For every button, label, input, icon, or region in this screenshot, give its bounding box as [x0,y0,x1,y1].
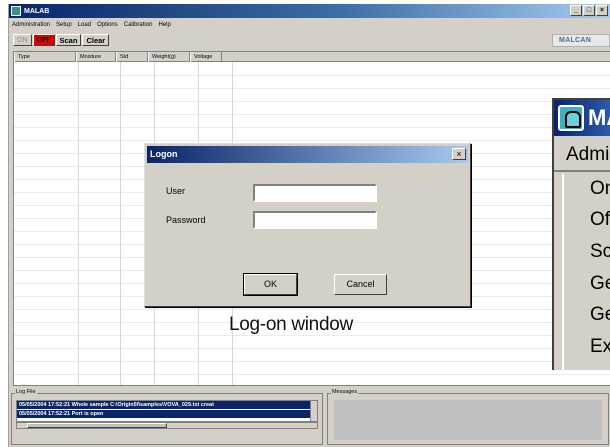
messages-label: Messages [331,389,359,395]
scrollbar-thumb[interactable] [27,423,167,428]
close-button[interactable]: × [596,5,608,16]
zoomed-item-off[interactable]: Of [590,209,610,231]
grid-row-line [14,88,610,89]
grid-row-line [14,374,610,375]
off-button[interactable]: OFF [32,34,55,46]
zoomed-item-ge-2[interactable]: Ge [590,304,610,326]
column-voltage[interactable]: Voltage [190,52,222,62]
scan-button[interactable]: Scan [55,34,82,46]
on-button[interactable]: ON [13,34,32,46]
app-title: MALAB [24,7,50,15]
grid-row-line [14,361,610,362]
grid-row-line [14,127,610,128]
minimize-button[interactable]: _ [570,5,582,16]
log-file-group: Log File 05/05/2004 17:52:21 Whole sampl… [11,389,323,445]
menu-calibration[interactable]: Calibration [124,22,153,28]
menu-bar: Administration Setup Load Options Calibr… [9,18,610,31]
column-weight[interactable]: Weight(g) [148,52,190,62]
column-std[interactable]: Std [116,52,148,62]
bottom-panel: Log File 05/05/2004 17:52:21 Whole sampl… [9,388,610,447]
grid-row-line [14,75,610,76]
zoomed-item-ge-1[interactable]: Ge [590,273,610,295]
zoomed-dropdown: On Of Sc Ge Ge Ex [562,174,610,370]
log-line[interactable]: 05/05/2004 17:52:21 Whole sample C:\Orig… [17,401,317,410]
menu-help[interactable]: Help [158,22,170,28]
menu-setup[interactable]: Setup [56,22,72,28]
toolbar: ON OFF Scan Clear [9,32,610,48]
log-vertical-scrollbar[interactable] [310,401,317,421]
ok-button[interactable]: OK [243,273,298,296]
password-field[interactable] [253,211,377,229]
log-list[interactable]: 05/05/2004 17:52:21 Whole sample C:\Orig… [16,400,318,422]
figure-caption: Log-on window [229,314,353,335]
menu-load[interactable]: Load [78,22,91,28]
grid-row-line [14,140,610,141]
dialog-title[interactable]: Logon [147,146,468,163]
menu-administration[interactable]: Administration [12,22,50,28]
messages-area [334,400,602,440]
dialog-close-button[interactable]: × [452,148,466,160]
grid-header: Type Moisture Std Weight(g) Voltage [14,52,610,62]
grid-row-line [14,101,610,102]
app-icon [558,105,584,131]
grid-column-line [78,62,79,385]
grid-row-line [14,309,610,310]
password-label: Password [166,215,206,225]
grid-row-line [14,114,610,115]
title-bar[interactable]: MALAB _ □ × [9,4,610,18]
column-type[interactable]: Type [14,52,76,62]
logon-dialog: Logon × User Password OK Cancel [144,143,471,307]
cancel-button[interactable]: Cancel [334,274,387,295]
zoomed-item-on[interactable]: On [590,178,610,200]
zoomed-item-exit[interactable]: Ex [590,336,610,358]
user-label: User [166,186,186,196]
log-line[interactable]: 05/05/2004 17:52:21 Port is open [17,410,317,419]
grid-column-line [120,62,121,385]
zoomed-menu-inset: MA Admi On Of Sc Ge Ge Ex [552,98,610,370]
zoomed-menu-administration[interactable]: Admi [554,138,610,172]
zoomed-item-scan[interactable]: Sc [590,241,610,263]
clear-button[interactable]: Clear [82,34,110,46]
log-file-label: Log File [15,389,37,395]
maximize-button[interactable]: □ [583,5,595,16]
user-field[interactable] [253,184,377,202]
messages-group: Messages [327,389,609,445]
app-icon [11,6,21,16]
grid-row-line [14,348,610,349]
brand-logo: MALCAN [552,34,610,47]
menu-options[interactable]: Options [97,22,118,28]
column-moisture[interactable]: Moisture [76,52,116,62]
log-horizontal-scrollbar[interactable] [16,422,318,429]
